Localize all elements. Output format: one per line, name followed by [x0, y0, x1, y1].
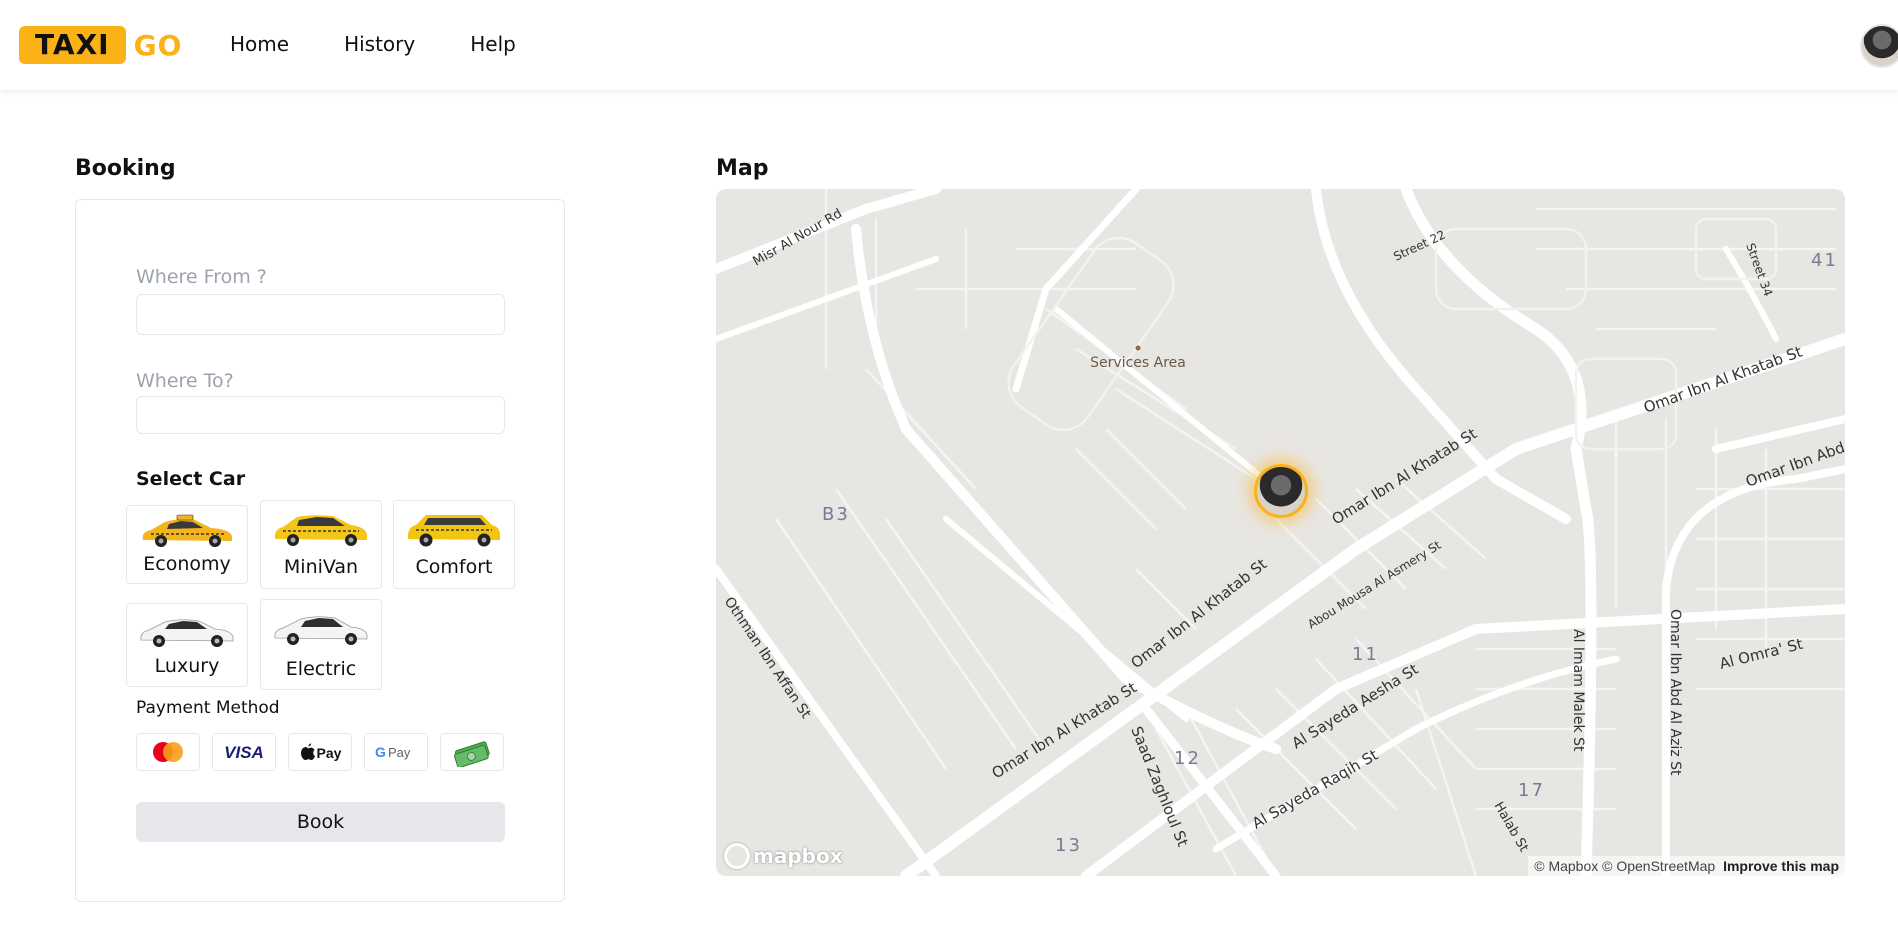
street-label: Omar Ibn Al Khatab St	[1127, 555, 1270, 672]
street-label: Othman Ibn Affan St	[721, 594, 814, 722]
street-label: Saad Zaghloul St	[1127, 724, 1192, 849]
mapbox-logo[interactable]: mapbox	[724, 843, 843, 869]
to-input[interactable]	[136, 396, 505, 434]
car-option-luxury[interactable]: Luxury	[126, 603, 248, 687]
payment-cash[interactable]	[440, 733, 504, 771]
district-label: 41	[1811, 250, 1838, 271]
book-button[interactable]: Book	[136, 802, 505, 842]
payment-apple-pay[interactable]: Pay	[288, 733, 352, 771]
from-label: Where From ?	[136, 266, 267, 288]
car-label-electric: Electric	[285, 658, 357, 680]
car-option-minivan[interactable]: MiniVan	[260, 500, 382, 589]
district-label: 13	[1055, 835, 1082, 856]
map-attribution: © Mapbox © OpenStreetMap Improve this ma…	[1528, 856, 1845, 876]
attribution-osm-link[interactable]: © OpenStreetMap	[1602, 858, 1715, 874]
user-avatar[interactable]	[1860, 24, 1898, 68]
payment-google-pay[interactable]: G Pay	[364, 733, 428, 771]
district-label: 12	[1174, 748, 1201, 769]
apple-pay-icon: Pay	[301, 743, 342, 761]
sedan-car-icon	[140, 619, 234, 647]
taxi-car-icon	[142, 514, 232, 547]
mapbox-icon	[724, 843, 750, 869]
user-location-marker[interactable]	[1254, 464, 1308, 518]
street-label: Al Imam Malek St	[1570, 629, 1586, 752]
car-label-comfort: Comfort	[415, 556, 493, 578]
street-label: Abou Mousa Al Asmery St	[1305, 538, 1444, 632]
map-view[interactable]: Services Area Misr Al Nour Rd Street 22 …	[716, 189, 1845, 876]
car-option-electric[interactable]: Electric	[260, 599, 382, 690]
app-logo[interactable]: TAXI GO	[19, 26, 182, 64]
nav-history[interactable]: History	[344, 32, 415, 56]
booking-title: Booking	[75, 156, 176, 181]
suv-car-icon	[407, 515, 500, 547]
payment-visa[interactable]: VISA	[212, 733, 276, 771]
attribution-mapbox-link[interactable]: © Mapbox	[1534, 858, 1598, 874]
car-option-economy[interactable]: Economy	[126, 505, 248, 584]
nav-links: Home History Help	[230, 32, 571, 56]
svg-text:Pay: Pay	[388, 745, 411, 760]
street-label: Omar Ibn Abd Al Aziz St	[1667, 609, 1683, 776]
logo-go: GO	[133, 28, 183, 62]
street-label: Omar Ibn Al Khatab St	[1641, 343, 1804, 417]
payment-method-title: Payment Method	[136, 698, 280, 718]
mapbox-wordmark: mapbox	[753, 844, 843, 868]
cash-icon	[453, 741, 490, 767]
svg-text:G: G	[375, 744, 386, 760]
logo-taxi: TAXI	[19, 26, 126, 64]
minivan-car-icon	[274, 515, 367, 546]
from-input[interactable]	[136, 294, 505, 335]
payment-mastercard[interactable]	[136, 733, 200, 771]
district-label: 11	[1352, 644, 1379, 665]
car-label-luxury: Luxury	[154, 655, 220, 677]
district-label: 17	[1518, 780, 1545, 801]
visa-icon: VISA	[224, 743, 264, 762]
google-pay-icon: G Pay	[375, 744, 411, 760]
nav-home[interactable]: Home	[230, 32, 289, 56]
car-label-economy: Economy	[143, 553, 231, 575]
improve-map-link[interactable]: Improve this map	[1723, 858, 1839, 874]
street-label: Al Omra' St	[1718, 635, 1805, 673]
booking-card: Where From ? Where To? Select Car Econom…	[75, 199, 565, 902]
map-canvas: Services Area Misr Al Nour Rd Street 22 …	[716, 189, 1845, 876]
electric-car-icon	[274, 616, 368, 645]
select-car-title: Select Car	[136, 468, 246, 490]
to-label: Where To?	[136, 370, 234, 392]
street-label: Al Sayeda Raqih St	[1249, 746, 1381, 833]
car-label-minivan: MiniVan	[283, 556, 359, 578]
svg-text:VISA: VISA	[224, 743, 264, 762]
street-label: Misr Al Nour Rd	[751, 206, 845, 269]
nav-help[interactable]: Help	[470, 32, 516, 56]
poi-label: Services Area	[1090, 355, 1186, 371]
svg-text:Pay: Pay	[317, 745, 342, 761]
poi-dot	[1135, 345, 1141, 351]
district-label: B3	[822, 504, 850, 525]
mastercard-icon	[153, 742, 183, 762]
car-option-comfort[interactable]: Comfort	[393, 500, 515, 589]
map-title: Map	[716, 156, 769, 181]
top-navbar: TAXI GO Home History Help	[0, 0, 1898, 90]
